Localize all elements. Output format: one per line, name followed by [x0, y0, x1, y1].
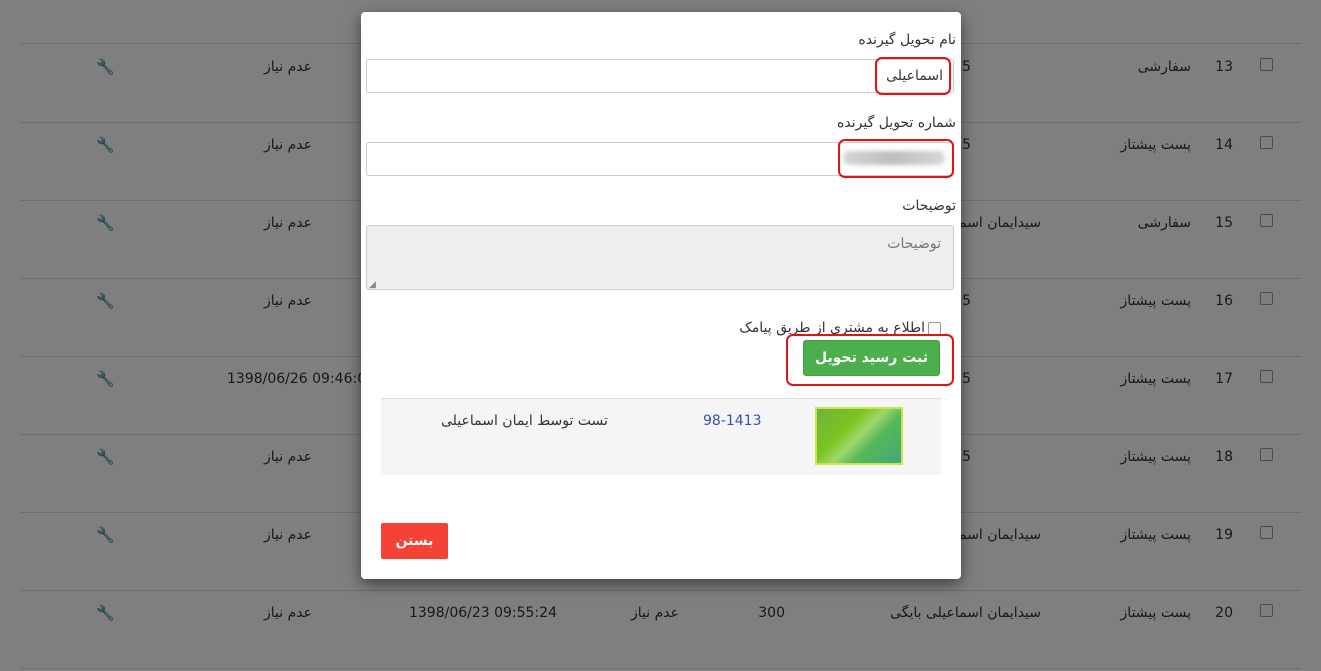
item-code-link[interactable]: 98-1413 — [703, 413, 762, 429]
submit-receipt-button[interactable]: ثبت رسید تحویل — [803, 340, 940, 376]
receiver-phone-label: شماره تحویل گیرنده — [837, 115, 956, 131]
close-button[interactable]: بستن — [381, 523, 448, 559]
receiver-name-input[interactable] — [366, 59, 954, 93]
item-description: تست توسط ایمان اسماعیلی — [441, 413, 608, 429]
highlight-annotation — [875, 57, 951, 95]
list-item: تست توسط ایمان اسماعیلی 98-1413 — [381, 398, 941, 475]
item-thumbnail[interactable] — [815, 407, 903, 465]
resize-grip-icon[interactable]: ◢ — [369, 280, 376, 290]
sms-notify-checkbox[interactable] — [928, 321, 941, 335]
highlight-annotation — [838, 139, 954, 178]
description-textarea[interactable] — [366, 225, 954, 290]
description-label: توضیحات — [902, 198, 956, 214]
delivery-receipt-modal: نام تحویل گیرنده شماره تحویل گیرنده توضی… — [361, 12, 961, 579]
receiver-name-label: نام تحویل گیرنده — [858, 32, 956, 48]
